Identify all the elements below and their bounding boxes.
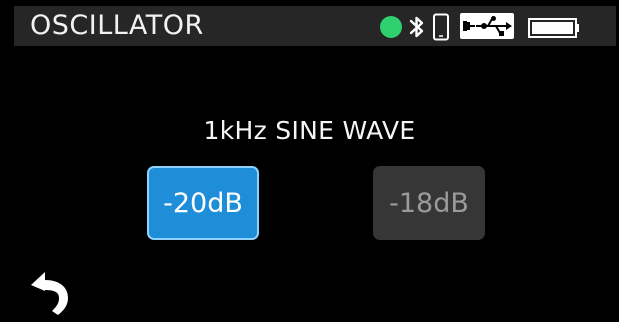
- signal-type-label: 1kHz SINE WAVE: [203, 116, 416, 145]
- bluetooth-icon: [409, 16, 424, 38]
- level-option-minus-18db[interactable]: -18dB: [373, 166, 485, 240]
- oscillator-screen: OSCILLATOR 1kHz SINE WAVE -20dB -18dB: [0, 0, 619, 322]
- header-bar: OSCILLATOR: [14, 6, 616, 46]
- page-title: OSCILLATOR: [30, 10, 204, 41]
- usb-power-icon: [460, 13, 514, 39]
- battery-icon: [528, 18, 579, 38]
- phone-icon: [433, 13, 449, 41]
- level-option-minus-20db[interactable]: -20dB: [147, 166, 259, 240]
- back-arrow-icon[interactable]: [28, 270, 78, 320]
- connection-dot-icon: [380, 16, 402, 38]
